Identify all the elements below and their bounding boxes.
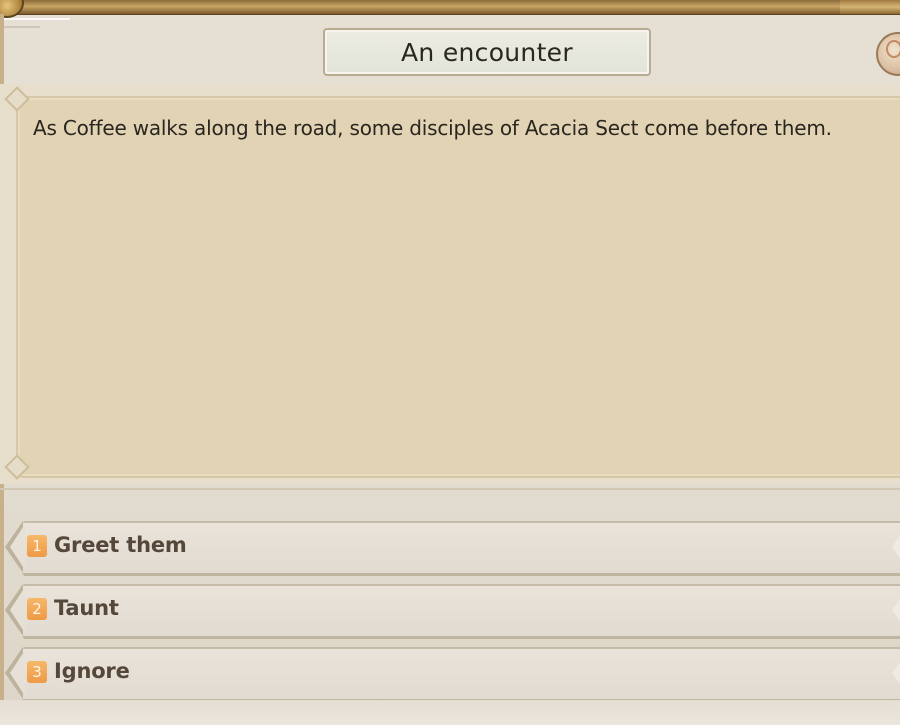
divider bbox=[0, 488, 900, 490]
option-label[interactable]: Taunt bbox=[54, 596, 119, 620]
option-right-arrow-icon bbox=[892, 533, 900, 561]
option-label[interactable]: Greet them bbox=[54, 533, 187, 557]
option-left-arrow-icon bbox=[10, 524, 25, 570]
option-right-arrow-icon bbox=[892, 596, 900, 624]
top-right-trim bbox=[840, 0, 900, 14]
option-left-arrow-icon bbox=[10, 587, 25, 633]
top-gold-trim bbox=[0, 0, 900, 15]
option-number-badge: 3 bbox=[27, 661, 47, 683]
bottom-strip bbox=[0, 700, 900, 725]
option-right-arrow-icon bbox=[892, 659, 900, 687]
dialog-title: An encounter bbox=[401, 37, 573, 67]
option-ignore[interactable] bbox=[8, 647, 900, 702]
dialog-title-plate: An encounter bbox=[323, 28, 651, 76]
option-number-badge: 2 bbox=[27, 598, 47, 620]
option-number-badge: 1 bbox=[27, 535, 47, 557]
event-description: As Coffee walks along the road, some dis… bbox=[33, 116, 832, 140]
portrait-head-icon bbox=[886, 40, 900, 58]
option-label[interactable]: Ignore bbox=[54, 659, 130, 683]
event-dialog: An encounter As Coffee walks along the r… bbox=[0, 0, 900, 725]
character-portrait-icon[interactable] bbox=[876, 32, 900, 76]
option-left-arrow-icon bbox=[10, 650, 25, 696]
divider bbox=[0, 18, 70, 20]
divider bbox=[0, 26, 40, 28]
description-panel bbox=[16, 96, 900, 478]
option-taunt[interactable] bbox=[8, 584, 900, 639]
